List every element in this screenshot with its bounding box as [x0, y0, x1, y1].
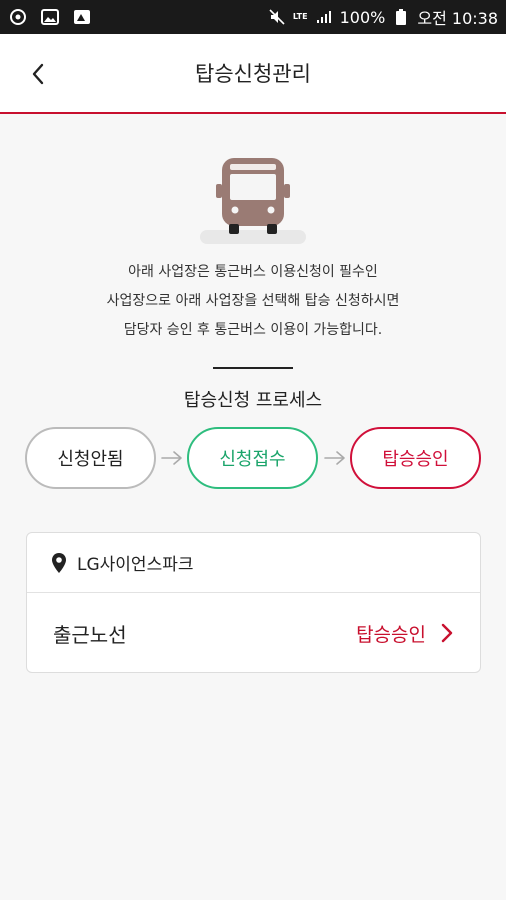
battery-percent: 100% [339, 7, 386, 27]
signal-icon [314, 8, 334, 26]
arrow-right-icon [324, 451, 345, 465]
route-row[interactable]: 출근노선 탑승승인 [27, 593, 480, 673]
intro-line: 담당자 승인 후 통근버스 이용이 가능합니다. [123, 322, 383, 338]
battery-icon [391, 8, 411, 26]
back-button[interactable] [20, 56, 56, 92]
route-status: 탑승승인 [356, 623, 426, 646]
app-header: 탑승신청관리 [0, 34, 506, 114]
section-divider [213, 367, 293, 369]
bus-illustration [198, 152, 308, 247]
status-bar: LTE 100% 오전 10:38 [0, 0, 506, 34]
network-label: LTE [292, 12, 308, 21]
notification-icons [8, 8, 92, 26]
workplace-header: LG사이언스파크 [27, 533, 480, 593]
step-approved: 탑승승인 [350, 427, 481, 489]
bus-icon [216, 158, 290, 234]
chevron-left-icon [32, 63, 44, 85]
workplace-name: LG사이언스파크 [77, 555, 194, 575]
arrow-right-icon [161, 451, 182, 465]
step-received: 신청접수 [187, 427, 318, 489]
intro-line: 사업장으로 아래 사업장을 선택해 탑승 신청하시면 [106, 293, 400, 309]
step-not-applied: 신청안됨 [25, 427, 156, 489]
route-label: 출근노선 [53, 622, 127, 647]
process-title: 탑승신청 프로세스 [183, 390, 323, 411]
clock: 오전 10:38 [417, 9, 498, 28]
page-title: 탑승신청관리 [195, 62, 311, 86]
process-steps: 신청안됨 신청접수 탑승승인 [25, 427, 481, 489]
system-status: LTE 100% 오전 10:38 [267, 5, 498, 29]
chevron-right-icon [441, 623, 453, 643]
intro-description: 아래 사업장은 통근버스 이용신청이 필수인 사업장으로 아래 사업장을 선택해… [0, 258, 506, 345]
intro-line: 아래 사업장은 통근버스 이용신청이 필수인 [128, 264, 378, 280]
gallery-icon [40, 8, 60, 26]
sync-icon [8, 8, 28, 26]
workplace-card: LG사이언스파크 출근노선 탑승승인 [26, 532, 481, 673]
location-pin-icon [52, 552, 66, 573]
image-sync-icon [72, 8, 92, 26]
mute-icon [267, 8, 287, 26]
